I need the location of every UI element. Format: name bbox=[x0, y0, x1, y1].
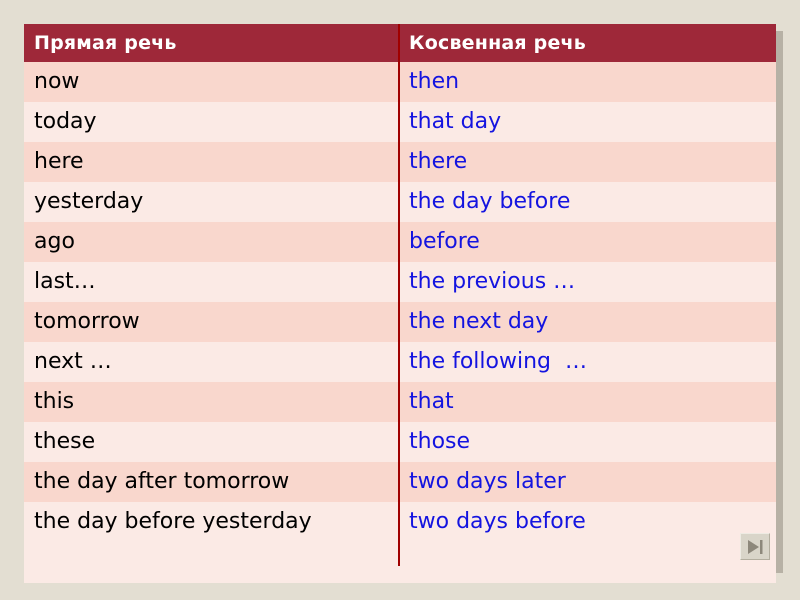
cell-empty bbox=[399, 542, 776, 583]
table-body: now then today that day here there yesterday th… bbox=[24, 62, 776, 583]
slide-canvas: Прямая речь Косвенная речь now then today t… bbox=[0, 0, 800, 600]
cell-empty bbox=[24, 542, 399, 583]
table-row: this that bbox=[24, 382, 776, 422]
cell-reported-speech: then bbox=[399, 62, 776, 102]
column-header-direct-speech: Прямая речь bbox=[24, 24, 399, 62]
cell-direct-speech: here bbox=[24, 142, 399, 182]
table-row: now then bbox=[24, 62, 776, 102]
table-row: yesterday the day before bbox=[24, 182, 776, 222]
direct-reported-speech-table: Прямая речь Косвенная речь now then today t… bbox=[24, 24, 776, 583]
next-slide-button[interactable] bbox=[740, 533, 770, 560]
cell-reported-speech: that bbox=[399, 382, 776, 422]
cell-direct-speech: today bbox=[24, 102, 399, 142]
table-row: next … the following … bbox=[24, 342, 776, 382]
table-row: tomorrow the next day bbox=[24, 302, 776, 342]
table-trailing-empty-row bbox=[24, 542, 776, 583]
table-row: these those bbox=[24, 422, 776, 462]
cell-reported-speech: those bbox=[399, 422, 776, 462]
table-row: today that day bbox=[24, 102, 776, 142]
cell-direct-speech: now bbox=[24, 62, 399, 102]
table-row: ago before bbox=[24, 222, 776, 262]
cell-reported-speech: the day before bbox=[399, 182, 776, 222]
cell-reported-speech: the next day bbox=[399, 302, 776, 342]
table-header: Прямая речь Косвенная речь bbox=[24, 24, 776, 62]
cell-reported-speech: two days before bbox=[399, 502, 776, 542]
cell-reported-speech: two days later bbox=[399, 462, 776, 502]
cell-reported-speech: the previous … bbox=[399, 262, 776, 302]
cell-direct-speech: ago bbox=[24, 222, 399, 262]
table-row: here there bbox=[24, 142, 776, 182]
cell-reported-speech: there bbox=[399, 142, 776, 182]
table-row: the day after tomorrow two days later bbox=[24, 462, 776, 502]
cell-direct-speech: last… bbox=[24, 262, 399, 302]
cell-direct-speech: next … bbox=[24, 342, 399, 382]
table-row: the day before yesterday two days before bbox=[24, 502, 776, 542]
cell-direct-speech: these bbox=[24, 422, 399, 462]
cell-reported-speech: the following … bbox=[399, 342, 776, 382]
column-header-reported-speech: Косвенная речь bbox=[399, 24, 776, 62]
skip-forward-icon bbox=[746, 539, 764, 555]
table-header-row: Прямая речь Косвенная речь bbox=[24, 24, 776, 62]
cell-reported-speech: before bbox=[399, 222, 776, 262]
column-divider-line bbox=[398, 24, 400, 566]
cell-direct-speech: this bbox=[24, 382, 399, 422]
cell-direct-speech: the day after tomorrow bbox=[24, 462, 399, 502]
cell-direct-speech: tomorrow bbox=[24, 302, 399, 342]
cell-direct-speech: yesterday bbox=[24, 182, 399, 222]
cell-reported-speech: that day bbox=[399, 102, 776, 142]
cell-direct-speech: the day before yesterday bbox=[24, 502, 399, 542]
table-row: last… the previous … bbox=[24, 262, 776, 302]
